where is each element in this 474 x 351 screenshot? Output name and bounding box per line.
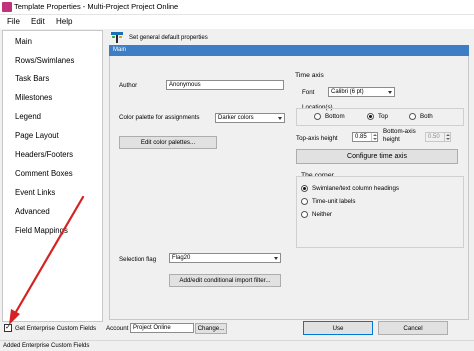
status-text: Added Enterprise Custom Fields — [3, 343, 90, 349]
selection-flag-select[interactable]: Flag20 — [169, 253, 281, 263]
menu-help[interactable]: Help — [56, 17, 72, 26]
selection-flag-label: Selection flag — [119, 256, 157, 263]
bottom-axis-height-label: Bottom-axis height — [383, 128, 423, 143]
sidebar-item-task-bars[interactable]: Task Bars — [15, 74, 49, 83]
corner-neither-label: Neither — [312, 211, 332, 218]
corner-swimlane-radio[interactable] — [301, 185, 308, 192]
sidebar-item-comment-boxes[interactable]: Comment Boxes — [15, 169, 73, 178]
top-axis-height-label: Top-axis height — [296, 135, 338, 142]
corner-swimlane-label: Swimlane/text column headings — [312, 185, 400, 192]
menu-file[interactable]: File — [7, 17, 20, 26]
window-title: Template Properties - Multi-Project Proj… — [14, 2, 179, 11]
enterprise-fields-checkbox[interactable]: ✓ — [4, 324, 12, 332]
location-top-label: Top — [378, 113, 388, 120]
properties-icon — [111, 32, 123, 43]
spinner-arrows-icon[interactable] — [371, 133, 377, 141]
location-bottom-radio[interactable] — [314, 113, 321, 120]
cancel-button[interactable]: Cancel — [378, 321, 448, 335]
status-bar: Added Enterprise Custom Fields — [0, 340, 474, 351]
chevron-down-icon — [388, 91, 392, 94]
enterprise-fields-label: Get Enterprise Custom Fields — [15, 325, 97, 332]
author-field[interactable]: Anonymous — [166, 80, 284, 90]
corner-time-unit-radio[interactable] — [301, 198, 308, 205]
menu-bar: File Edit Help — [0, 15, 474, 29]
top-axis-height-value: 0.85 — [355, 134, 367, 140]
sidebar-item-headers-footers[interactable]: Headers/Footers — [15, 150, 73, 159]
chevron-down-icon — [274, 257, 278, 260]
sidebar-item-advanced[interactable]: Advanced — [15, 207, 50, 216]
sidebar-item-field-mappings[interactable]: Field Mappings — [15, 226, 68, 235]
sidebar-item-main[interactable]: Main — [15, 37, 32, 46]
location-bottom-label: Bottom — [325, 113, 345, 120]
bottom-axis-height-value: 0.50 — [428, 134, 440, 140]
app-icon — [2, 2, 12, 12]
location-top-radio[interactable] — [367, 113, 374, 120]
sidebar: Main Rows/Swimlanes Task Bars Milestones… — [2, 30, 103, 322]
palette-select-value: Darker colors — [218, 115, 254, 121]
palette-label: Color palette for assignments — [119, 114, 200, 121]
edit-color-palettes-button[interactable]: Edit color palettes... — [119, 136, 217, 149]
chevron-down-icon — [278, 117, 282, 120]
location-both-label: Both — [420, 113, 433, 120]
main-panel: Author Anonymous Color palette for assig… — [109, 56, 469, 320]
time-axis-title: Time axis — [295, 72, 324, 79]
corner-time-unit-label: Time-unit labels — [312, 198, 356, 205]
account-field[interactable]: Project Online — [130, 323, 194, 333]
corner-neither-radio[interactable] — [301, 211, 308, 218]
sidebar-item-event-links[interactable]: Event Links — [15, 188, 55, 197]
top-axis-height-spinner[interactable]: 0.85 — [352, 132, 378, 142]
author-label: Author — [119, 82, 138, 89]
sidebar-item-legend[interactable]: Legend — [15, 112, 41, 121]
selection-flag-value: Flag20 — [172, 255, 191, 261]
bottom-axis-height-text: Bottom-axis height — [383, 128, 416, 143]
use-button[interactable]: Use — [303, 321, 373, 335]
sidebar-item-milestones[interactable]: Milestones — [15, 93, 52, 102]
conditional-import-filter-button[interactable]: Add/edit conditional import filter... — [169, 274, 281, 287]
palette-select[interactable]: Darker colors — [215, 113, 285, 123]
title-bar: Template Properties - Multi-Project Proj… — [0, 0, 474, 15]
header-text: Set general default properties — [129, 35, 208, 41]
sidebar-item-rows-swimlanes[interactable]: Rows/Swimlanes — [15, 56, 74, 65]
spinner-arrows-icon[interactable] — [444, 133, 450, 141]
account-label: Account — [106, 325, 129, 332]
font-select-value: Calibri (6 pt) — [331, 89, 364, 95]
main-area: Set general default properties Main Auth… — [107, 30, 471, 322]
configure-time-axis-button[interactable]: Configure time axis — [296, 149, 458, 164]
menu-edit[interactable]: Edit — [31, 17, 45, 26]
main-section-bar: Main — [109, 45, 469, 56]
font-select[interactable]: Calibri (6 pt) — [328, 87, 395, 97]
bottom-axis-height-spinner[interactable]: 0.50 — [425, 132, 451, 142]
change-account-button[interactable]: Change... — [195, 323, 227, 334]
location-both-radio[interactable] — [409, 113, 416, 120]
font-label: Font — [302, 89, 315, 96]
sidebar-item-page-layout[interactable]: Page Layout — [15, 131, 59, 140]
